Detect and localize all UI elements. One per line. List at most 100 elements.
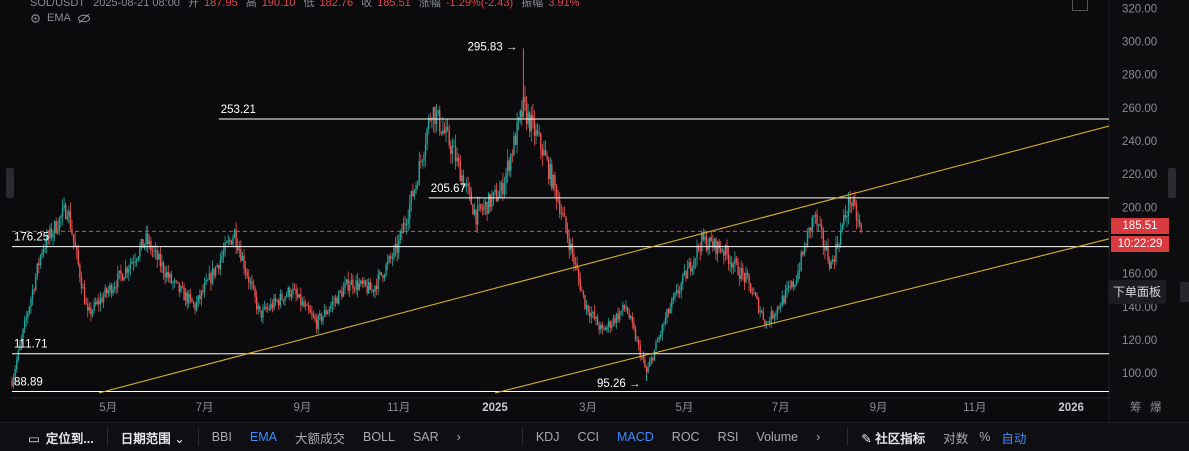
ema-label: EMA [47,12,71,24]
locate-button[interactable]: ▭ 定位到... [0,428,103,447]
community-indicators-button[interactable]: ✎ 社区指标 [852,428,934,447]
candle-body [418,161,420,185]
settings-icon[interactable] [30,13,41,24]
indicator-large-trades[interactable]: 大额成交 [286,428,354,447]
candle-body [423,155,425,161]
candle-body [301,301,304,306]
indicator-ema[interactable]: EMA [241,430,286,444]
chevron-right-icon[interactable]: › [448,430,470,444]
candle-body [486,202,488,214]
candle-body [797,271,799,282]
indicator-rsi[interactable]: RSI [709,430,748,444]
indicator-bbi[interactable]: BBI [203,430,241,444]
candle-body [218,265,220,270]
candle-body [581,289,583,291]
candle-body [682,274,684,284]
candle-body [96,300,98,305]
candle-body [832,259,834,263]
hide-icon[interactable] [77,13,91,24]
candle-body [377,274,379,290]
indicator-sar[interactable]: SAR [404,430,448,444]
candle-body [405,224,408,225]
candle-body [704,236,706,240]
candle-body [207,279,209,281]
indicator-macd[interactable]: MACD [608,430,663,444]
high-value: 190.10 [261,0,296,9]
date-range-dropdown[interactable]: 日期范围 ⌄ [112,428,194,447]
right-collapse-handle[interactable] [1168,168,1176,198]
candle-body [192,302,195,304]
candle-body [276,300,278,302]
candle-body [740,268,742,279]
candle-body [350,279,353,286]
candle-body [585,305,588,309]
candle-body [285,295,288,297]
candle-body [410,191,413,204]
candle-body [233,229,236,238]
candle-body [205,280,207,284]
candle-body [596,317,599,326]
candle-body [131,261,133,264]
candle-body [165,272,168,278]
candle-body [639,344,641,358]
candle-body [99,298,102,305]
candle-body [817,224,820,226]
indicator-roc[interactable]: ROC [663,430,709,444]
candle-body [124,267,127,278]
candle-body [402,223,405,234]
candle-body [222,251,225,256]
candle-body [732,264,735,268]
candle-body [396,243,398,253]
candle-body [731,262,733,268]
candle-body [536,130,539,135]
candle-body [660,334,662,337]
price-chart[interactable]: 100.00120.00140.00160.00180.00200.00220.… [0,0,1189,422]
candle-body [296,294,299,298]
left-collapse-handle[interactable] [6,168,14,198]
candle-body [683,271,686,275]
candle-body [104,288,106,297]
candle-body [620,310,622,313]
open-value: 187.95 [204,0,238,9]
candle-body [748,275,750,284]
percent-scale-toggle[interactable]: % [977,430,992,444]
chevron-right-icon[interactable]: › [807,430,829,444]
candle-body [529,112,531,132]
indicator-kdj[interactable]: KDJ [527,430,569,444]
order-panel-button[interactable]: 下单面板 [1108,280,1166,304]
candle-body [814,214,817,217]
candle-body [592,311,594,314]
panel-toggle[interactable] [1180,282,1189,302]
candle-body [132,261,135,263]
close-value: 185.51 [377,0,411,9]
candle-body [442,129,444,134]
candle-body [390,256,392,259]
candle-body [650,357,652,362]
indicator-cci[interactable]: CCI [568,430,608,444]
y-tick-label: 160.00 [1122,269,1157,281]
candle-body [737,261,739,276]
candle-body [339,291,342,292]
layout-icon[interactable] [1072,0,1088,11]
candle-body [792,281,795,288]
candle-body [126,267,128,273]
candle-body [244,268,247,273]
candle-body [808,227,810,233]
candle-body [106,288,108,294]
auto-scale-toggle[interactable]: 自动 [992,428,1035,447]
indicator-volume[interactable]: Volume [747,430,807,444]
trendline [98,125,1110,394]
x-axis-extra-label: 筹 [1130,400,1142,414]
candle-body [811,217,813,231]
y-tick-label: 300.00 [1122,36,1157,48]
candle-body [761,311,763,312]
candle-body [311,312,313,315]
candle-body [554,175,556,187]
candle-body [773,315,776,319]
candle-body [186,292,188,304]
candle-body [809,227,812,231]
candle-body [514,135,517,145]
indicator-boll[interactable]: BOLL [354,430,404,444]
log-scale-toggle[interactable]: 对数 [934,428,977,447]
candle-body [50,228,53,238]
